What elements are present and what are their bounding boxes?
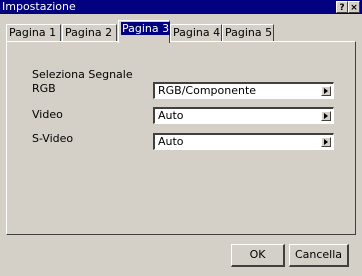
rgb-select-value: RGB/Componente [158, 84, 257, 97]
s-video-select[interactable]: Auto [153, 133, 334, 150]
s-video-label: S-Video [32, 132, 74, 145]
help-button[interactable]: ? [336, 1, 348, 13]
tab-pagina-4[interactable]: Pagina 4 [170, 24, 222, 42]
tab-pagina-2[interactable]: Pagina 2 [62, 24, 117, 42]
rgb-label: RGB [32, 82, 56, 95]
tab-pagina-1[interactable]: Pagina 1 [6, 24, 61, 42]
tab-label: Pagina 4 [173, 26, 221, 39]
video-select-value: Auto [158, 109, 184, 122]
tab-pagina-3[interactable]: Pagina 3 [118, 20, 171, 43]
section-title: Seleziona Segnale [32, 68, 133, 81]
dropdown-arrow-icon[interactable] [321, 111, 331, 121]
ok-button[interactable]: OK [231, 244, 285, 267]
tab-pagina-5[interactable]: Pagina 5 [222, 24, 274, 42]
tab-label: Pagina 3 [121, 22, 171, 35]
cancel-button[interactable]: Cancella [289, 244, 349, 267]
window-title: Impostazione [2, 0, 76, 13]
tab-label: Pagina 2 [65, 26, 113, 39]
video-label: Video [32, 108, 63, 121]
title-bar: Impostazione ? × [0, 0, 362, 14]
tab-label: Pagina 1 [9, 26, 57, 39]
rgb-select[interactable]: RGB/Componente [153, 82, 334, 99]
dropdown-arrow-icon[interactable] [321, 137, 331, 147]
video-select[interactable]: Auto [153, 107, 334, 124]
tab-label: Pagina 5 [225, 26, 273, 39]
dropdown-arrow-icon[interactable] [321, 86, 331, 96]
close-button[interactable]: × [348, 1, 360, 13]
s-video-select-value: Auto [158, 135, 184, 148]
